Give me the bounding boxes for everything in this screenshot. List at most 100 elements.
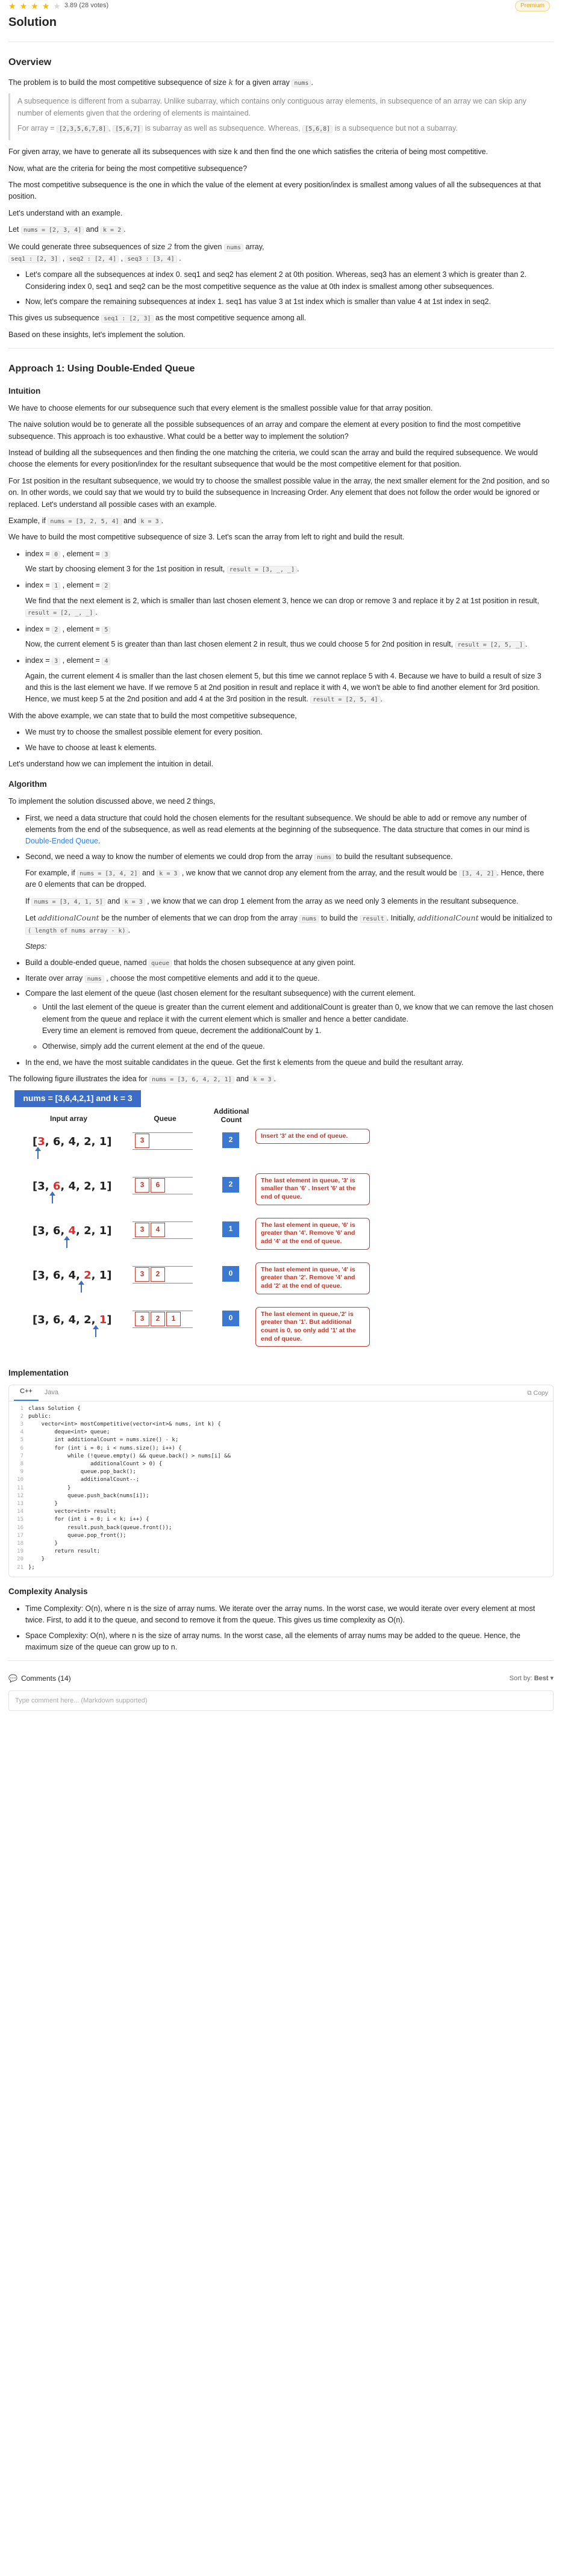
line-number: 21 (17, 1564, 23, 1571)
code-text: vector<int> result; (28, 1509, 117, 1515)
code-text: vector<int> mostCompetitive(vector<int>&… (28, 1421, 221, 1428)
line-number: 14 (17, 1509, 23, 1515)
additional-count-value: 2 (222, 1176, 239, 1193)
additional-count-value: 0 (222, 1265, 239, 1282)
additional-count-value: 0 (222, 1310, 239, 1326)
star-icon[interactable]: ★ (53, 2, 61, 10)
tab-java[interactable]: Java (39, 1388, 64, 1401)
code-text: } (28, 1485, 71, 1491)
line-number: 8 (20, 1461, 23, 1468)
code-line: 20 } (9, 1556, 553, 1563)
additional-count-label: Additional Count (213, 1106, 249, 1125)
list-item: Until the last element of the queue is g… (42, 1002, 554, 1037)
paragraph: Instead of building all the subsequences… (8, 448, 538, 469)
overview-list: Let's compare all the subsequences at in… (8, 269, 554, 308)
paragraph: Let's understand how we can implement th… (8, 759, 214, 768)
code-text: queue.pop_front(); (28, 1532, 126, 1539)
code-text: while (!queue.empty() && queue.back() > … (28, 1453, 231, 1459)
code-text: additionalCount > 0) { (28, 1461, 163, 1468)
code-line: 19 return result; (9, 1548, 553, 1556)
queue-cell: 3 (135, 1222, 149, 1237)
code-tabs: C++ Java ⧉ Copy (9, 1385, 553, 1401)
paragraph: For given array, we have to generate all… (8, 147, 489, 157)
paragraph: Based on these insights, let's implement… (8, 330, 186, 339)
queue-row: 36 (135, 1177, 166, 1193)
line-number: 6 (20, 1445, 23, 1451)
list-item: Iterate over array nums , choose the mos… (25, 973, 554, 984)
arrow-head-icon (35, 1146, 41, 1151)
input-array-row: [3, 6, 4, 2, 1] (33, 1268, 112, 1282)
code-text: }; (28, 1564, 35, 1571)
list-item: In the end, we have the most suitable ca… (25, 1057, 554, 1069)
queue-cell: 3 (135, 1311, 149, 1326)
figure-header: nums = [3,6,4,2,1] and k = 3 (14, 1090, 141, 1107)
input-array-row: [3, 6, 4, 2, 1] (33, 1224, 112, 1237)
comment-icon: 💬 (8, 1674, 17, 1683)
code-block: C++ Java ⧉ Copy 1 class Solution {2 public… (8, 1384, 554, 1577)
double-ended-queue-link[interactable]: Double-Ended Queue (25, 837, 98, 845)
copy-button[interactable]: ⧉ Copy (527, 1388, 548, 1398)
subsequence-note: A subsequence is different from a subarr… (8, 93, 554, 141)
list-item: First, we need a data structure that cou… (25, 813, 554, 848)
line-number: 16 (17, 1524, 23, 1531)
line-number: 4 (20, 1429, 23, 1436)
code-line: 1 class Solution { (9, 1405, 553, 1413)
queue-cell: 2 (151, 1311, 165, 1326)
divider (8, 348, 554, 349)
comments-bar: 💬 Comments (14) Sort by: Best ▾ (8, 1673, 554, 1684)
comment-input[interactable]: Type comment here... (Markdown supported… (8, 1690, 554, 1711)
list-item: Now, let's compare the remaining subsequ… (25, 296, 554, 308)
star-icon[interactable]: ★ (8, 2, 16, 10)
star-icon[interactable]: ★ (31, 2, 39, 10)
implementation-heading: Implementation (8, 1368, 69, 1377)
code-text: } (28, 1541, 58, 1547)
tab-cpp[interactable]: C++ (14, 1386, 39, 1401)
queue-cell: 3 (135, 1133, 149, 1148)
queue-cell: 1 (166, 1311, 181, 1326)
queue-row: 32 (135, 1266, 166, 1282)
code-line: 14 vector<int> result; (9, 1508, 553, 1516)
arrow-head-icon (93, 1324, 99, 1329)
code-text: } (28, 1501, 58, 1507)
quote-example: For array = [2,3,5,6,7,8], [5,6,7] is su… (17, 123, 458, 133)
line-number: 18 (17, 1541, 23, 1547)
star-icon[interactable]: ★ (20, 2, 28, 10)
paragraph: We have to build the most competitive su… (8, 533, 405, 542)
paragraph: We could generate three subsequences of … (8, 241, 264, 263)
input-array-label: Input array (49, 1114, 87, 1123)
code-text: queue.pop_back(); (28, 1469, 136, 1476)
list-item: Build a double-ended queue, named queue … (25, 957, 554, 969)
line-number: 11 (17, 1485, 23, 1491)
line-number: 19 (17, 1548, 23, 1555)
list-item: Otherwise, simply add the current elemen… (42, 1041, 554, 1052)
queue-border (133, 1149, 193, 1150)
list-item: Let's compare all the subsequences at in… (25, 269, 554, 293)
input-array-row: [3, 6, 4, 2, 1] (33, 1135, 112, 1148)
code-line: 4 deque<int> queue; (9, 1429, 553, 1436)
code-line: 3 vector<int> mostCompetitive(vector<int… (9, 1421, 553, 1429)
code-line: 8 additionalCount > 0) { (9, 1460, 553, 1468)
steps-label: Steps: (25, 942, 47, 951)
queue-row: 321 (135, 1311, 182, 1326)
code-line: 18 } (9, 1540, 553, 1548)
code-line: 6 for (int i = 0; i < nums.size(); i++) … (9, 1445, 553, 1453)
list-item: index = 2 , element = 5 Now, the current… (25, 624, 554, 651)
line-number: 3 (20, 1421, 23, 1428)
list-item: We must try to choose the smallest possi… (25, 727, 554, 738)
star-icon[interactable]: ★ (42, 2, 50, 10)
code-line: 21}; (9, 1564, 553, 1572)
arrow-head-icon (64, 1235, 70, 1240)
list-item: index = 0 , element = 3 We start by choo… (25, 548, 554, 576)
code-text: for (int i = 0; i < k; i++) { (28, 1516, 149, 1523)
list-item: Space Complexity: O(n), where n is the s… (25, 1630, 554, 1654)
queue-border (133, 1238, 193, 1239)
code-text: public: (28, 1413, 51, 1420)
line-number: 13 (17, 1501, 23, 1507)
arrow-head-icon (78, 1280, 84, 1285)
paragraph: With the above example, we can state tha… (8, 711, 297, 720)
list-item: Compare the last element of the queue (l… (25, 988, 554, 1052)
code-line: 17 queue.pop_front(); (9, 1532, 553, 1540)
sort-dropdown[interactable]: Sort by: Best ▾ (510, 1674, 554, 1684)
code-line: 7 while (!queue.empty() && queue.back() … (9, 1453, 553, 1460)
queue-border (133, 1327, 193, 1328)
